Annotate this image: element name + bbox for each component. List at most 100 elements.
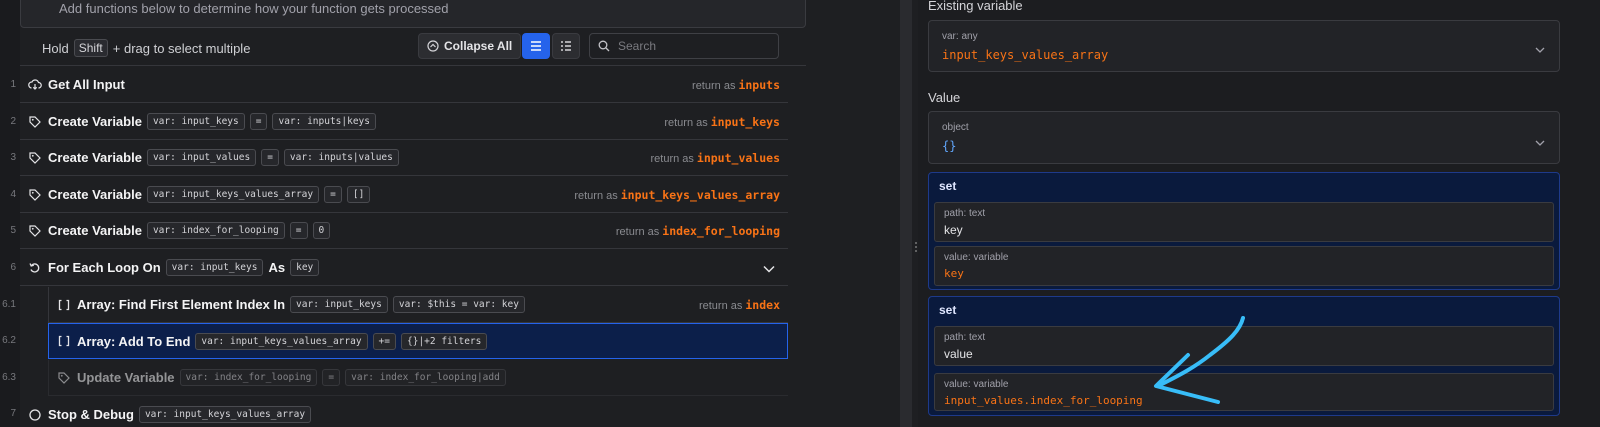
function-row-array-find-index[interactable]: Array: Find First Element Index In var: … [48,287,788,323]
description-text: Add functions below to determine how you… [59,1,449,16]
field-value: input_keys_values_array [942,48,1109,62]
collapse-all-button[interactable]: Collapse All [418,33,522,59]
line-number: 4 [10,189,16,200]
operator-chip[interactable]: = [261,149,279,166]
search-icon [598,40,610,52]
function-row-create-variable[interactable]: Create Variable var: input_keys_values_a… [20,177,788,213]
variable-chip[interactable]: var: input_keys [165,259,264,276]
outline-list-icon [561,41,571,51]
return-variable: input_keys [710,115,780,129]
return-as: return as input_keys [664,115,780,129]
line-number: 1 [10,79,16,90]
outline-view-button[interactable] [552,33,580,59]
path-type: path: text [944,332,986,343]
as-keyword: As [268,260,286,275]
panel-divider [900,0,912,427]
function-row-get-all-input[interactable]: Get All Input return as inputs [20,67,788,103]
function-row-for-each-loop[interactable]: For Each Loop On var: input_keys As key [20,250,788,286]
value-chip[interactable]: 0 [312,222,331,239]
value-chip[interactable]: [] [346,186,371,203]
value-select[interactable]: object {} [928,111,1560,164]
field-type: var: any [942,31,978,42]
chevron-down-icon[interactable] [1535,134,1545,152]
line-number: 5 [10,225,16,236]
operator-chip[interactable]: = [324,186,342,203]
variable-chip[interactable]: var: input_keys [146,113,245,130]
path-type: path: text [944,208,986,219]
operator-chip[interactable]: += [372,332,396,350]
line-number: 7 [10,408,16,419]
value-chip[interactable]: var: inputs|values [283,149,399,166]
function-title: For Each Loop On [48,260,161,275]
collapse-all-label: Collapse All [444,39,513,53]
return-variable: index [745,298,780,312]
function-row-create-variable[interactable]: Create Variable var: input_values = var:… [20,140,788,176]
function-title: Update Variable [77,370,175,385]
loop-icon [28,261,42,275]
return-as: return as input_keys_values_array [574,188,780,202]
tag-icon [28,224,42,238]
stop-icon [28,408,42,422]
function-row-create-variable[interactable]: Create Variable var: index_for_looping =… [20,213,788,249]
chevron-down-icon[interactable] [1535,41,1545,59]
function-row-stop-debug[interactable]: Stop & Debug var: input_keys_values_arra… [20,397,788,427]
value-chip[interactable]: {}|+2 filters [401,332,488,350]
value-chip[interactable]: var: index_for_looping|add [345,369,506,386]
line-number: 6 [10,262,16,273]
variable-chip[interactable]: var: input_keys_values_array [146,186,320,203]
operator-chip[interactable]: = [289,222,308,239]
function-row-update-variable[interactable]: Update Variable var: index_for_looping =… [48,360,788,396]
function-title: Create Variable [48,114,142,129]
condition-chip[interactable]: var: $this = var: key [392,296,525,313]
return-as: return as index_for_looping [616,224,780,238]
existing-variable-select[interactable]: var: any input_keys_values_array [928,20,1560,72]
operator-chip[interactable]: = [322,369,341,386]
search-input[interactable] [618,39,768,53]
path-field[interactable]: path: text key [934,202,1554,242]
return-variable: input_keys_values_array [620,188,780,202]
function-row-array-add-to-end[interactable]: Array: Add To End var: input_keys_values… [48,323,788,359]
hint-text: Hold [42,40,69,56]
annotation-arrow [1154,316,1245,404]
function-title: Create Variable [48,150,142,165]
return-label: return as [615,226,660,238]
list-view-button[interactable] [522,33,550,59]
function-title: Create Variable [48,187,142,202]
return-as: return as index [699,298,780,312]
value-field[interactable]: value: variable key [934,246,1554,286]
return-variable: input_values [696,151,780,165]
variable-chip[interactable]: var: index_for_looping [179,369,318,386]
variable-chip[interactable]: var: index_for_looping [146,222,285,239]
hint-text: + drag to select multiple [112,40,251,56]
return-label: return as [698,300,743,312]
existing-variable-label: Existing variable [928,0,1023,13]
variable-chip[interactable]: var: input_values [146,149,257,166]
function-row-create-variable[interactable]: Create Variable var: input_keys = var: i… [20,104,788,140]
collapse-icon [427,40,439,52]
line-number: 3 [10,152,16,163]
chevron-down-icon[interactable] [762,261,776,279]
function-title: Array: Add To End [77,333,191,349]
brackets-icon [57,334,71,348]
list-icon [531,41,541,51]
operator-chip[interactable]: = [249,113,268,130]
function-title: Stop & Debug [48,407,134,422]
shift-key: Shift [73,39,108,57]
value-chip[interactable]: var: inputs|keys [272,113,376,130]
variable-chip[interactable]: var: input_keys_values_array [195,332,368,350]
function-title: Array: Find First Element Index In [77,297,286,312]
item-chip[interactable]: key [290,259,320,276]
brackets-icon [57,298,71,312]
tag-icon [28,115,42,129]
tag-icon [28,188,42,202]
search-box[interactable] [589,33,779,59]
return-label: return as [664,117,708,129]
value-type: value: variable [944,379,1009,390]
variable-chip[interactable]: var: input_keys [290,296,388,313]
stack-toolbar: Hold Shift + drag to select multiple Col… [20,30,806,66]
set-filter-block[interactable]: set path: text key value: variable key [928,172,1560,290]
value-type: value: variable [944,252,1009,263]
value-variable: key [944,267,964,280]
variable-chip[interactable]: var: input_keys_values_array [138,406,312,423]
value-variable: input_values.index_for_looping [944,394,1143,407]
